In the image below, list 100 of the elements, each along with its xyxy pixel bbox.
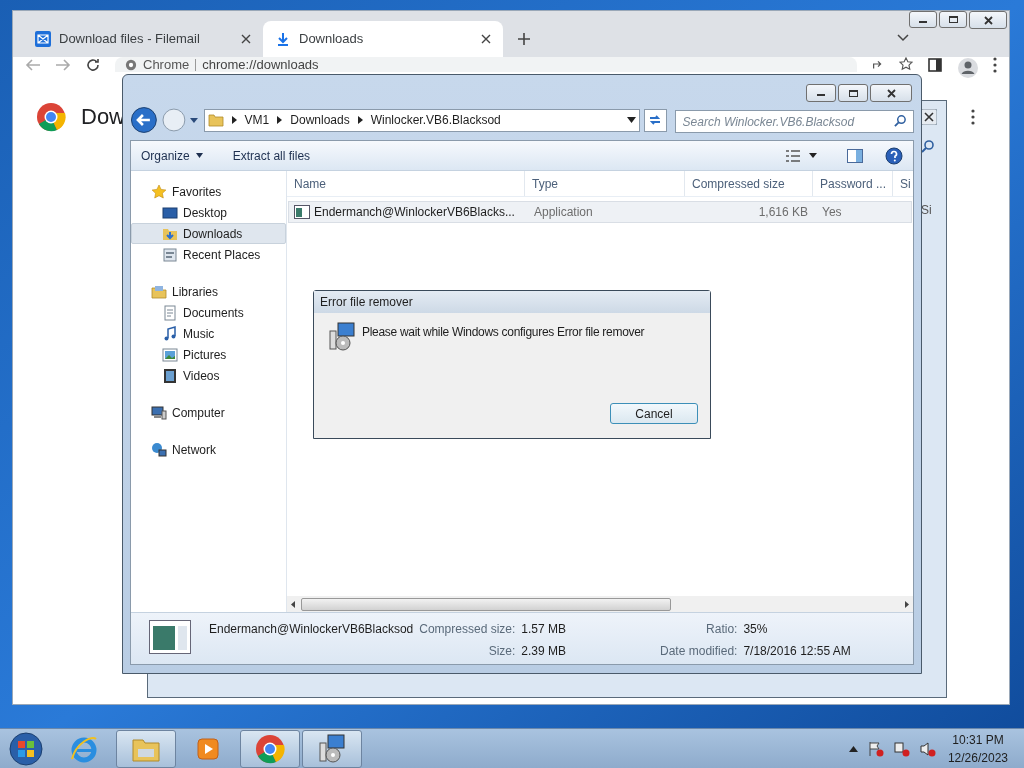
side-panel-icon[interactable] [927, 57, 943, 73]
taskbar-button[interactable] [116, 729, 176, 768]
column-header[interactable]: Compressed size [685, 171, 813, 196]
download-icon [275, 31, 291, 47]
start-button[interactable] [6, 729, 46, 768]
nav-item[interactable]: Music [131, 323, 286, 344]
envelope-logo-icon [35, 31, 51, 47]
search-icon[interactable] [921, 139, 935, 153]
dropdown-arrow-icon[interactable] [189, 116, 198, 124]
toolbar-button[interactable]: Organize [141, 146, 203, 165]
nav-item[interactable]: Desktop [131, 202, 286, 223]
close-button[interactable] [969, 11, 1007, 29]
nav-item[interactable]: Pictures [131, 344, 286, 365]
network-error-icon[interactable] [893, 740, 910, 757]
application-icon [149, 620, 191, 654]
view-list-icon[interactable] [785, 148, 801, 163]
column-header[interactable]: Password ... [813, 171, 893, 196]
column-header: Si [921, 202, 932, 219]
detail-value: 35% [743, 621, 769, 638]
nav-item[interactable]: Recent Places [131, 244, 286, 265]
detail-label: Date modified: [660, 643, 738, 660]
pictures-icon [162, 346, 178, 363]
preview-pane-icon[interactable] [847, 148, 863, 163]
detail-label: Size: [487, 643, 516, 660]
chrome-logo-icon [254, 732, 286, 765]
search-field[interactable]: Search Winlocker.VB6.Blacksod [674, 110, 914, 133]
minimize-button[interactable] [909, 11, 937, 28]
application-icon [294, 205, 310, 219]
scroll-left-icon[interactable] [291, 600, 295, 608]
detail-label: Compressed size: [419, 621, 516, 638]
breadcrumb-arrow-icon[interactable] [231, 116, 237, 124]
close-icon [886, 88, 896, 98]
music-note-icon [162, 325, 178, 342]
help-icon[interactable] [885, 146, 903, 165]
horizontal-scrollbar[interactable] [287, 596, 913, 612]
breadcrumb-item[interactable]: Downloads [290, 111, 350, 129]
windows-logo-icon [9, 731, 43, 766]
star-icon[interactable] [899, 57, 913, 71]
column-header[interactable]: Si [893, 171, 913, 196]
chevron-up-icon[interactable] [848, 745, 858, 752]
browser-tab[interactable]: Downloads [263, 21, 503, 57]
clock[interactable]: 10:31 PM 12/26/2023 [947, 730, 1008, 767]
dropdown-arrow-icon [195, 153, 203, 158]
toolbar-button[interactable]: Extract all files [232, 146, 311, 165]
scroll-right-icon[interactable] [905, 600, 909, 608]
maximize-button[interactable] [939, 11, 967, 28]
close-icon[interactable] [241, 34, 251, 44]
minimize-button[interactable] [806, 84, 836, 102]
installer-icon [326, 321, 358, 353]
cancel-button[interactable]: Cancel [610, 403, 698, 424]
taskbar-button[interactable] [240, 729, 300, 768]
nav-item[interactable]: Favorites [131, 181, 286, 202]
address-bar[interactable]: Chrome chrome://downloads [115, 57, 857, 72]
dropdown-arrow-icon[interactable] [626, 117, 636, 123]
column-header[interactable]: Type [525, 171, 685, 196]
dialog-title: Error file remover [320, 294, 413, 311]
library-icon [151, 283, 167, 300]
flag-error-icon[interactable] [867, 740, 884, 757]
nav-item[interactable]: Videos [131, 365, 286, 386]
column-header[interactable]: Name [287, 171, 525, 196]
speaker-muted-icon[interactable] [919, 740, 936, 757]
dropdown-arrow-icon[interactable] [809, 153, 817, 158]
desktop-icon [162, 204, 178, 221]
nav-item[interactable]: Libraries [131, 281, 286, 302]
plus-icon[interactable] [517, 32, 531, 46]
close-icon [983, 15, 993, 25]
dialog-message: Please wait while Windows configures Error file remover [362, 324, 645, 341]
file-row[interactable]: Endermanch@WinlockerVB6Blacks... Application 1,616 KB Yes [288, 201, 912, 223]
detail-value: 1.57 MB [521, 621, 567, 638]
reload-icon[interactable] [85, 57, 101, 73]
detail-value: 2.39 MB [521, 643, 567, 660]
breadcrumb-arrow-icon[interactable] [357, 116, 363, 124]
taskbar-button[interactable] [302, 729, 362, 768]
breadcrumb-item[interactable]: VM1 [244, 111, 270, 129]
refresh-icon [648, 113, 663, 127]
more-options-icon[interactable] [971, 108, 975, 125]
nav-item[interactable]: Downloads [131, 223, 286, 244]
nav-item[interactable]: Computer [131, 402, 286, 423]
search-icon [894, 113, 907, 127]
profile-avatar-icon[interactable] [957, 57, 979, 79]
maximize-button[interactable] [838, 84, 868, 102]
detail-label: Ratio: [705, 621, 738, 638]
folder-icon [207, 112, 224, 128]
address-field[interactable]: VM1 Downloads Winlocker.VB6.Blacksod [203, 108, 640, 132]
file-name: Endermanch@WinlockerVB6Blacksod [209, 621, 414, 638]
close-button[interactable] [870, 84, 912, 102]
breadcrumb-item[interactable]: Winlocker.VB6.Blacksod [370, 111, 501, 129]
more-options-icon[interactable] [993, 57, 997, 73]
nav-item[interactable]: Network [131, 439, 286, 460]
recent-places-icon [162, 246, 178, 263]
documents-icon [162, 304, 178, 321]
detail-value: 7/18/2016 12:55 AM [743, 643, 851, 660]
chevron-down-icon[interactable] [897, 31, 909, 43]
installer-icon [316, 732, 348, 765]
refresh-button[interactable] [643, 108, 667, 132]
breadcrumb-arrow-icon[interactable] [277, 116, 283, 124]
browser-tab[interactable]: Download files - Filemail [23, 21, 263, 57]
close-icon[interactable] [481, 34, 491, 44]
nav-item[interactable]: Documents [131, 302, 286, 323]
chrome-logo-icon [35, 100, 67, 133]
